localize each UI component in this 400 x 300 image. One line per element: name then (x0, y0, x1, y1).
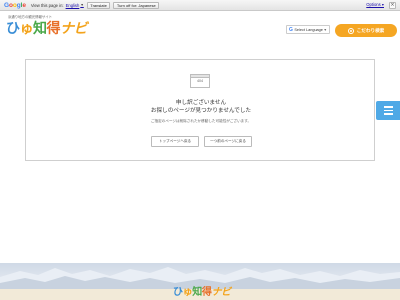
google-translate-bar: G o o g l e View this page in: English ▼… (0, 0, 400, 11)
language-dropdown[interactable]: English ▼ (66, 3, 84, 8)
options-menu[interactable]: Options ▾ (366, 2, 384, 7)
logo-part: ひ (173, 286, 183, 298)
detailed-search-button[interactable]: こだわり検索 (335, 24, 397, 37)
side-menu-tab[interactable] (376, 101, 400, 120)
google-g-icon: G (289, 26, 293, 33)
search-icon (347, 27, 354, 34)
error-code: 404 (197, 79, 203, 83)
logo-part: 得 (46, 21, 61, 37)
back-to-top-button[interactable]: トップページへ戻る (151, 136, 199, 147)
error-title-line1: 申し訳ございません (175, 100, 227, 106)
language-value: English (65, 2, 80, 8)
error-description: ご指定のページは削除されたか移動した可能性がございます。 (150, 119, 252, 123)
logo-part: 得 (201, 286, 212, 298)
error-title: 申し訳ございません お探しのページが見つかりませんでした (26, 99, 376, 115)
google-logo: G o o g l e (4, 2, 26, 9)
turn-off-button[interactable]: Turn off for: Japanese (113, 1, 160, 9)
logo-part: ゅ (19, 21, 34, 37)
google-logo-letter: e (22, 1, 26, 9)
menu-icon-line (383, 113, 393, 115)
close-icon[interactable]: × (389, 2, 396, 9)
site-logo[interactable]: ひ ゅ 知 得 ナビ (6, 19, 88, 37)
chevron-down-icon: ▼ (80, 3, 84, 7)
error-title-line2: お探しのページが見つかりませんでした (150, 108, 252, 114)
translate-button[interactable]: Translate (86, 1, 111, 9)
search-button-label: こだわり検索 (356, 28, 385, 34)
select-language-dropdown[interactable]: G Select Language ▼ (286, 25, 330, 34)
logo-part: 知 (192, 286, 202, 298)
browser-bar-icon (191, 75, 209, 78)
menu-icon-line (383, 106, 393, 108)
logo-part: ナビ (211, 286, 231, 298)
logo-part: ゅ (182, 286, 193, 298)
error-panel: 404 申し訳ございません お探しのページが見つかりませんでした ご指定のページ… (25, 59, 375, 161)
menu-icon-line (383, 109, 393, 112)
previous-page-button[interactable]: 一つ前のページに戻る (204, 136, 252, 147)
footer-logo[interactable]: ひ ゅ 知 得 ナビ (173, 283, 231, 298)
view-page-label: View this page in: (30, 2, 64, 8)
logo-part: ナビ (60, 21, 88, 37)
logo-part: ひ (6, 21, 20, 37)
error-page-icon: 404 (190, 74, 210, 88)
chevron-down-icon: ▼ (323, 27, 327, 32)
select-language-label: Select Language (294, 27, 323, 32)
logo-part: 知 (33, 21, 47, 37)
